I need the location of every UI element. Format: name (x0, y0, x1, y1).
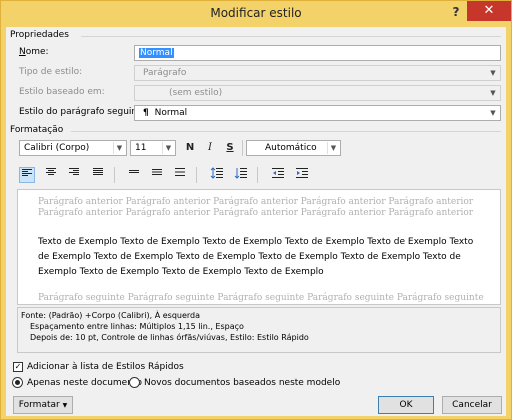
space-after-icon (234, 168, 247, 179)
align-center-button[interactable] (43, 167, 59, 183)
section-divider (71, 131, 501, 132)
chevron-down-icon: ▼ (162, 142, 174, 154)
onehalf-spacing-icon (152, 169, 162, 175)
chevron-down-icon: ▼ (490, 89, 496, 97)
description-line: Depois de: 10 pt, Controle de linhas órf… (30, 333, 309, 342)
style-type-select[interactable]: Parágrafo ▼ (134, 65, 501, 81)
font-size-value: 11 (135, 143, 147, 153)
italic-button[interactable]: I (202, 140, 218, 156)
justify-button[interactable] (90, 167, 106, 183)
next-style-value: Normal (154, 108, 188, 118)
toolbar-separator (257, 167, 258, 183)
decrease-indent-button[interactable] (270, 167, 286, 183)
single-spacing-button[interactable] (126, 167, 142, 183)
next-style-label: Estilo do parágrafo seguinte: (19, 107, 150, 117)
help-icon[interactable]: ? (450, 5, 462, 20)
increase-indent-button[interactable] (294, 167, 310, 183)
bold-button[interactable]: N (182, 140, 198, 156)
format-menu-button[interactable]: Formatar ▼ (13, 396, 73, 414)
justify-icon (93, 168, 103, 175)
font-color-select[interactable]: Automático ▼ (246, 140, 341, 156)
title-bar: Modificar estilo ? ✕ (1, 1, 511, 27)
dialog-title: Modificar estilo (210, 6, 302, 20)
align-right-icon (69, 168, 79, 175)
double-spacing-button[interactable] (172, 167, 188, 183)
chevron-down-icon: ▼ (327, 142, 339, 154)
align-left-button[interactable] (19, 167, 35, 183)
single-spacing-icon (129, 170, 139, 173)
description-line: Fonte: (Padrão) +Corpo (Calibri), À esqu… (21, 311, 201, 320)
preview-sample-text: Texto de Exemplo Texto de Exemplo Texto … (38, 237, 474, 277)
based-on-value: (sem estilo) (169, 88, 223, 98)
font-value: Calibri (Corpo) (24, 143, 90, 153)
style-type-value: Parágrafo (143, 68, 187, 78)
name-label: Nome: (19, 47, 49, 57)
space-before-button[interactable] (209, 167, 225, 183)
space-before-icon (210, 167, 223, 179)
font-size-select[interactable]: 11 ▼ (130, 140, 176, 156)
increase-indent-icon (296, 168, 308, 178)
only-this-document-radio[interactable] (12, 377, 23, 388)
chevron-down-icon: ▼ (113, 142, 125, 154)
preview-next-paragraph: Parágrafo seguinte Parágrafo seguinte Pa… (38, 293, 484, 303)
description-line: Espaçamento entre linhas: Múltiplos 1,15… (30, 322, 244, 331)
name-value: Normal (139, 48, 174, 58)
toolbar-separator (196, 167, 197, 183)
properties-section-label: Propriedades (10, 30, 69, 40)
add-quick-styles-label: Adicionar à lista de Estilos Rápidos (27, 362, 184, 372)
toolbar-separator (114, 167, 115, 183)
add-quick-styles-checkbox[interactable]: ✓ (13, 362, 23, 372)
style-preview: Parágrafo anterior Parágrafo anterior Pa… (17, 189, 501, 305)
type-label: Tipo de estilo: (19, 67, 83, 77)
space-after-button[interactable] (233, 167, 249, 183)
next-style-select[interactable]: ¶ Normal ▼ (134, 105, 501, 121)
toolbar-separator (242, 140, 243, 156)
only-this-document-label: Apenas neste documento (27, 378, 142, 388)
close-button[interactable]: ✕ (467, 1, 511, 21)
chevron-down-icon: ▼ (490, 69, 496, 77)
double-spacing-icon (175, 168, 185, 176)
align-right-button[interactable] (66, 167, 82, 183)
cancel-button[interactable]: Cancelar (442, 396, 502, 414)
based-on-label: Estilo baseado em: (19, 87, 105, 97)
name-input[interactable]: Normal (134, 45, 501, 61)
based-on-select[interactable]: (sem estilo) ▼ (134, 85, 501, 101)
underline-button[interactable]: S (222, 140, 238, 156)
preview-previous-paragraph: Parágrafo anterior Parágrafo anterior Pa… (38, 197, 474, 218)
dialog-window: Modificar estilo ? ✕ Propriedades Nome: … (0, 0, 512, 420)
ok-button[interactable]: OK (378, 396, 434, 414)
new-documents-radio[interactable] (129, 377, 140, 388)
font-color-value: Automático (265, 143, 317, 153)
align-left-icon (22, 169, 32, 176)
style-description: Fonte: (Padrão) +Corpo (Calibri), À esqu… (17, 307, 501, 353)
chevron-down-icon: ▼ (62, 402, 68, 409)
onehalf-spacing-button[interactable] (149, 167, 165, 183)
new-documents-label: Novos documentos baseados neste modelo (144, 378, 341, 388)
radio-selected-dot (15, 380, 20, 385)
paragraph-icon: ¶ (143, 108, 149, 118)
font-select[interactable]: Calibri (Corpo) ▼ (19, 140, 127, 156)
chevron-down-icon: ▼ (490, 109, 496, 117)
section-divider (81, 36, 501, 37)
formatting-section-label: Formatação (10, 125, 64, 135)
dialog-body: Propriedades Nome: Normal Tipo de estilo… (6, 27, 506, 416)
format-button-label: Formatar (18, 400, 60, 410)
align-center-icon (46, 168, 56, 175)
decrease-indent-icon (272, 168, 284, 178)
